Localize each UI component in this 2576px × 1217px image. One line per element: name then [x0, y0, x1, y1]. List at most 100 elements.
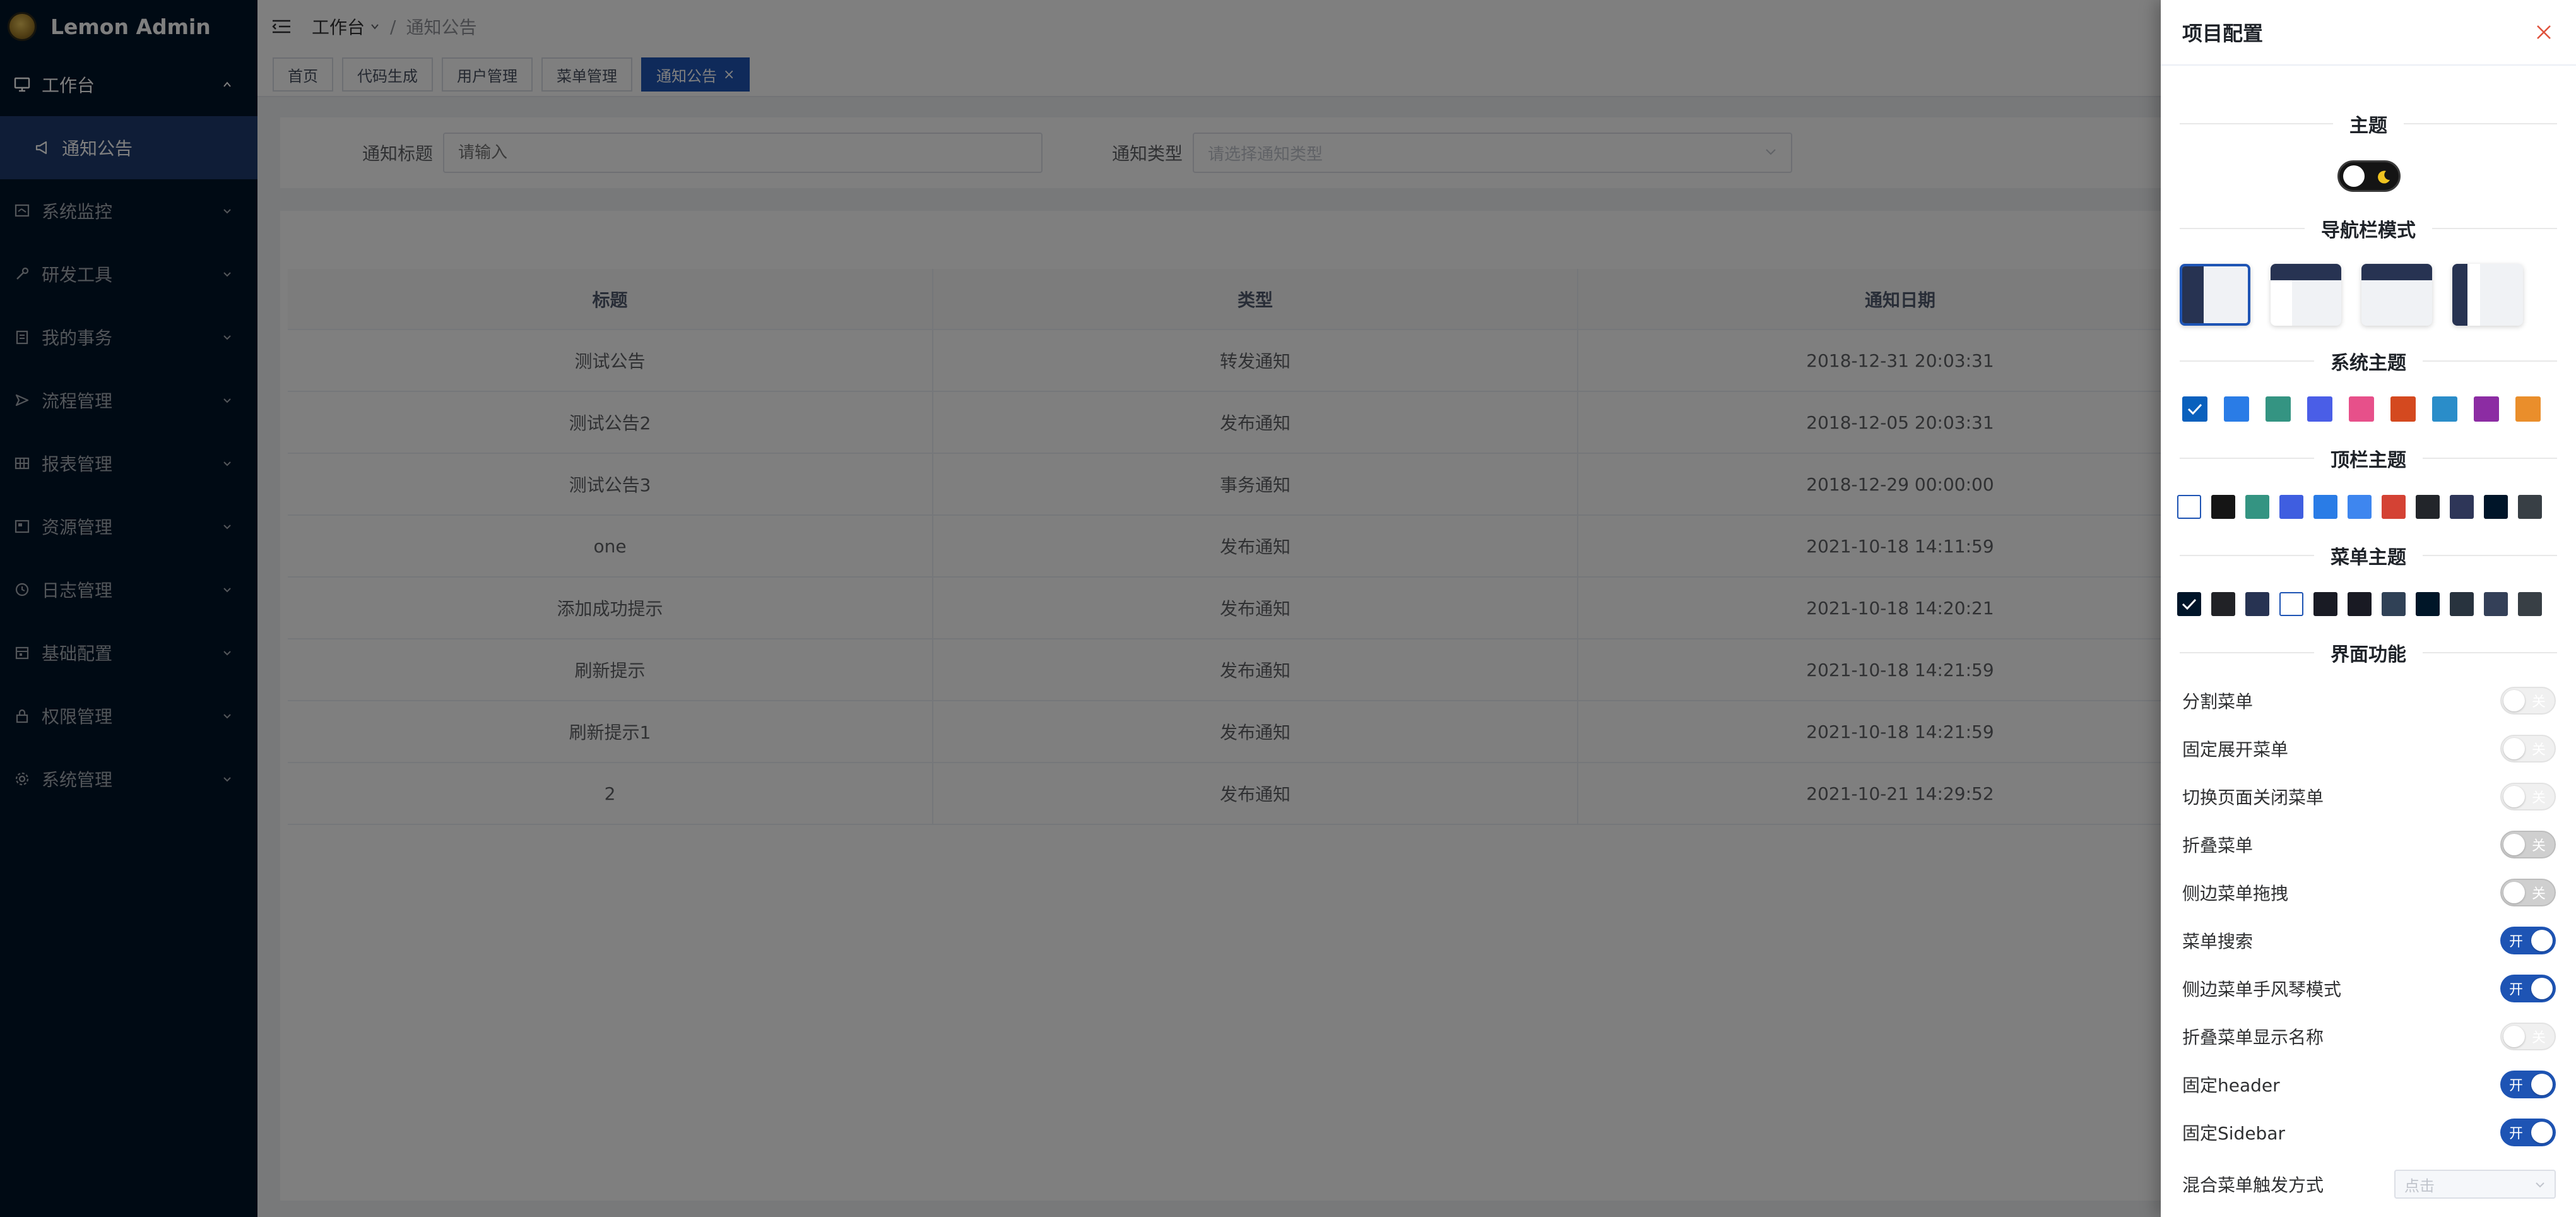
section-title: 主题	[2349, 115, 2387, 137]
color-swatch[interactable]	[2313, 495, 2337, 519]
nav-mode-mix-sidebar[interactable]	[2452, 264, 2523, 326]
color-swatch[interactable]	[2432, 396, 2457, 422]
color-swatch[interactable]	[2515, 396, 2541, 422]
chevron-down-icon	[2534, 1181, 2546, 1189]
drawer-header: 项目配置	[2161, 0, 2576, 66]
color-swatch[interactable]	[2416, 592, 2440, 616]
moon-icon	[2373, 167, 2392, 186]
color-swatch[interactable]	[2450, 495, 2474, 519]
color-swatch[interactable]	[2177, 495, 2201, 519]
color-swatch[interactable]	[2245, 495, 2269, 519]
color-swatch[interactable]	[2307, 396, 2332, 422]
switch-text: 关	[2531, 694, 2546, 710]
section-title: 系统主题	[2331, 352, 2406, 374]
drawer-title: 项目配置	[2182, 21, 2264, 45]
section-divider: 界面功能	[2180, 640, 2557, 666]
switch-knob	[2531, 1122, 2553, 1143]
switch-text: 开	[2509, 1078, 2524, 1094]
color-swatch[interactable]	[2349, 396, 2374, 422]
trigger-select-value: 点击	[2404, 1177, 2435, 1195]
switch-knob	[2531, 930, 2553, 951]
switch-knob	[2531, 1074, 2553, 1095]
color-swatch[interactable]	[2484, 592, 2508, 616]
nav-mode-sidebar[interactable]	[2180, 264, 2250, 326]
menu-theme-swatches	[2177, 592, 2552, 616]
toggle-knob	[2343, 165, 2365, 187]
switch-text: 开	[2509, 934, 2524, 950]
nav-mode-preview	[2271, 264, 2341, 280]
feature-row: 侧边菜单拖拽 关	[2182, 869, 2556, 917]
switch-text: 关	[2531, 742, 2546, 758]
nav-mode-mix[interactable]	[2271, 264, 2341, 326]
feature-switch[interactable]: 开	[2500, 927, 2556, 954]
color-swatch[interactable]	[2474, 396, 2499, 422]
color-swatch[interactable]	[2518, 495, 2542, 519]
feature-label: 固定Sidebar	[2182, 1123, 2285, 1144]
dark-mode-toggle[interactable]	[2337, 160, 2401, 192]
color-swatch[interactable]	[2211, 495, 2235, 519]
check-icon	[2181, 597, 2197, 611]
color-swatch[interactable]	[2348, 592, 2372, 616]
section-divider: 导航栏模式	[2180, 216, 2557, 242]
nav-mode-preview	[2182, 266, 2204, 323]
close-icon[interactable]	[2534, 23, 2553, 42]
section-title: 界面功能	[2331, 644, 2406, 666]
section-header-theme: 顶栏主题	[2161, 446, 2576, 472]
feature-switch[interactable]: 关	[2500, 831, 2556, 858]
feature-switch[interactable]: 关	[2500, 879, 2556, 906]
switch-text: 关	[2531, 1030, 2546, 1046]
section-system-theme: 系统主题	[2161, 348, 2576, 374]
feature-label: 折叠菜单显示名称	[2182, 1027, 2324, 1048]
feature-switch[interactable]: 开	[2500, 1119, 2556, 1146]
color-swatch[interactable]	[2518, 592, 2542, 616]
feature-switch[interactable]: 关	[2500, 687, 2556, 715]
color-swatch[interactable]	[2484, 495, 2508, 519]
section-menu-theme: 菜单主题	[2161, 543, 2576, 569]
nav-mode-list	[2180, 264, 2543, 326]
switch-knob	[2503, 786, 2525, 807]
color-swatch[interactable]	[2177, 592, 2201, 616]
color-swatch[interactable]	[2382, 495, 2406, 519]
switch-knob	[2503, 738, 2525, 759]
section-divider: 主题	[2180, 111, 2557, 137]
switch-knob	[2503, 690, 2525, 711]
section-divider: 菜单主题	[2180, 543, 2557, 569]
color-swatch[interactable]	[2390, 396, 2416, 422]
feature-row: 折叠菜单 关	[2182, 821, 2556, 869]
feature-row: 侧边菜单手风琴模式 开	[2182, 965, 2556, 1012]
color-swatch[interactable]	[2450, 592, 2474, 616]
color-swatch[interactable]	[2348, 495, 2372, 519]
section-divider: 系统主题	[2180, 348, 2557, 374]
nav-mode-preview	[2467, 264, 2480, 326]
nav-mode-preview	[2452, 264, 2467, 326]
feature-switch[interactable]: 关	[2500, 783, 2556, 810]
feature-label: 固定header	[2182, 1075, 2280, 1096]
feature-label: 菜单搜索	[2182, 931, 2254, 952]
feature-switch[interactable]: 开	[2500, 1071, 2556, 1098]
color-swatch[interactable]	[2182, 396, 2207, 422]
feature-label: 切换页面关闭菜单	[2182, 787, 2324, 808]
feature-switch[interactable]: 开	[2500, 975, 2556, 1002]
color-swatch[interactable]	[2279, 495, 2303, 519]
color-swatch[interactable]	[2266, 396, 2291, 422]
color-swatch[interactable]	[2245, 592, 2269, 616]
feature-switch[interactable]: 关	[2500, 1023, 2556, 1050]
feature-row: 固定Sidebar 开	[2182, 1108, 2556, 1156]
feature-row: 切换页面关闭菜单 关	[2182, 773, 2556, 821]
feature-row: 固定展开菜单 关	[2182, 725, 2556, 773]
color-swatch[interactable]	[2416, 495, 2440, 519]
color-swatch[interactable]	[2224, 396, 2249, 422]
section-features: 界面功能	[2161, 640, 2576, 666]
nav-mode-preview	[2361, 264, 2432, 280]
header-theme-swatches	[2177, 495, 2552, 519]
color-swatch[interactable]	[2211, 592, 2235, 616]
drawer-overlay[interactable]	[0, 0, 2161, 1217]
trigger-select[interactable]: 点击	[2394, 1170, 2556, 1199]
color-swatch[interactable]	[2382, 592, 2406, 616]
switch-text: 关	[2531, 838, 2546, 854]
feature-switch[interactable]: 关	[2500, 735, 2556, 763]
color-swatch[interactable]	[2313, 592, 2337, 616]
color-swatch[interactable]	[2279, 592, 2303, 616]
section-divider: 顶栏主题	[2180, 446, 2557, 472]
nav-mode-top[interactable]	[2361, 264, 2432, 326]
